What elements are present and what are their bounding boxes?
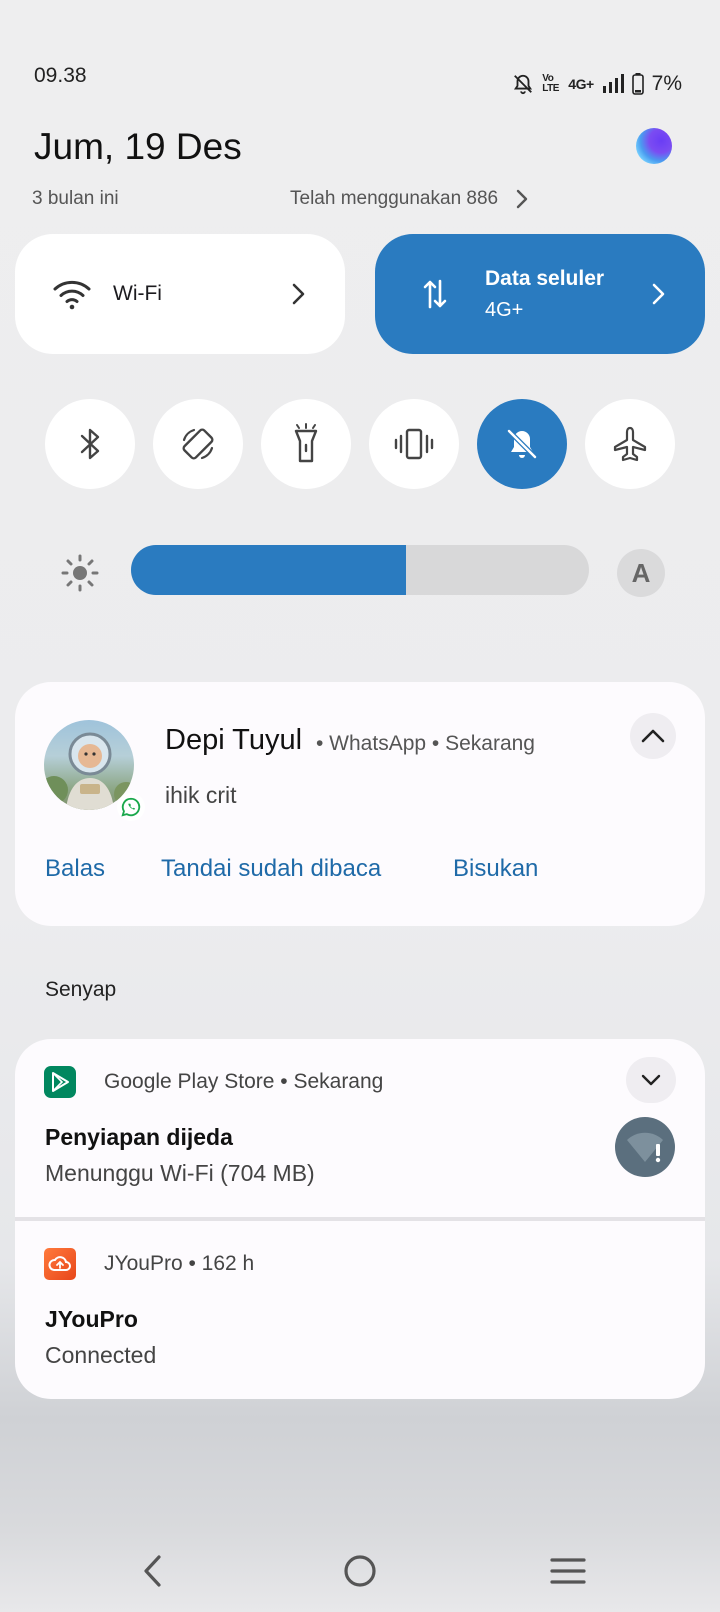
chevron-down-icon <box>641 1074 661 1086</box>
play-store-subtitle: Menunggu Wi-Fi (704 MB) <box>45 1160 315 1186</box>
flashlight-icon <box>294 423 318 463</box>
wifi-alert-icon <box>615 1117 675 1177</box>
jyoupro-subtitle: Connected <box>45 1342 157 1368</box>
play-store-icon <box>44 1066 76 1098</box>
silent-bell-icon <box>514 74 533 95</box>
play-store-title: Penyiapan dijeda <box>45 1124 233 1150</box>
airplane-toggle[interactable] <box>585 399 675 489</box>
nav-home-button[interactable] <box>330 1548 390 1594</box>
flashlight-toggle[interactable] <box>261 399 351 489</box>
data-usage-link[interactable]: Telah menggunakan 886 <box>290 188 528 210</box>
chevron-right-icon <box>652 283 665 305</box>
bluetooth-toggle[interactable] <box>45 399 135 489</box>
mobile-data-tile[interactable]: Data seluler 4G+ <box>375 234 705 354</box>
data-transfer-icon <box>423 279 447 309</box>
volte-label: Vo LTE <box>542 73 559 94</box>
chevron-right-icon <box>516 189 528 209</box>
airplane-icon <box>613 426 647 462</box>
wifi-tile-label: Wi-Fi <box>113 282 162 305</box>
nav-back-button[interactable] <box>122 1548 182 1594</box>
mark-read-action[interactable]: Tandai sudah dibaca <box>161 855 381 883</box>
collapse-button[interactable] <box>630 713 676 759</box>
battery-icon <box>631 73 644 95</box>
jyoupro-meta: JYouPro • 162 h <box>104 1252 255 1275</box>
mobile-data-label: Data seluler <box>485 266 605 290</box>
silent-section-label: Senyap <box>45 978 117 1001</box>
auto-brightness-button[interactable]: A <box>617 549 665 597</box>
notification-app-meta: • WhatsApp • Sekarang <box>316 732 535 755</box>
mute-toggle[interactable] <box>477 399 567 489</box>
network-type: 4G+ <box>568 76 594 92</box>
nav-recents-button[interactable] <box>538 1548 598 1594</box>
brightness-icon <box>61 554 99 592</box>
data-usage-text: Telah menggunakan 886 <box>290 188 499 209</box>
jyoupro-title: JYouPro <box>45 1306 138 1332</box>
expand-button[interactable] <box>626 1057 676 1103</box>
back-icon <box>144 1555 161 1587</box>
brightness-slider-fill <box>131 545 406 595</box>
brightness-slider[interactable] <box>131 545 589 595</box>
assistant-orb-icon[interactable] <box>636 128 672 164</box>
data-usage-period[interactable]: 3 bulan ini <box>32 188 119 210</box>
whatsapp-badge-icon <box>117 793 145 821</box>
bluetooth-icon <box>80 428 100 460</box>
play-store-meta: Google Play Store • Sekarang <box>104 1070 384 1093</box>
mute-action[interactable]: Bisukan <box>453 855 538 883</box>
vibrate-toggle[interactable] <box>369 399 459 489</box>
notification-sender: Depi Tuyul <box>165 724 303 756</box>
status-icons: Vo LTE 4G+ 7% <box>512 72 682 96</box>
wifi-tile[interactable]: Wi-Fi <box>15 234 345 354</box>
mobile-data-sub: 4G+ <box>485 298 524 321</box>
jyoupro-cloud-icon <box>44 1248 76 1280</box>
status-time: 09.38 <box>34 64 87 87</box>
vibrate-icon <box>394 428 434 460</box>
battery-percent: 7% <box>651 72 682 95</box>
reply-action[interactable]: Balas <box>45 855 105 883</box>
signal-icon <box>602 74 624 93</box>
rotate-icon <box>182 428 214 460</box>
date-label: Jum, 19 Des <box>34 126 242 167</box>
home-icon <box>344 1555 376 1587</box>
chevron-right-icon <box>292 283 305 305</box>
notification-message: ihik crit <box>165 782 237 808</box>
bell-off-icon <box>507 429 537 459</box>
auto-rotate-toggle[interactable] <box>153 399 243 489</box>
wifi-icon <box>53 280 91 310</box>
chevron-up-icon <box>641 729 665 743</box>
menu-icon <box>550 1558 586 1584</box>
